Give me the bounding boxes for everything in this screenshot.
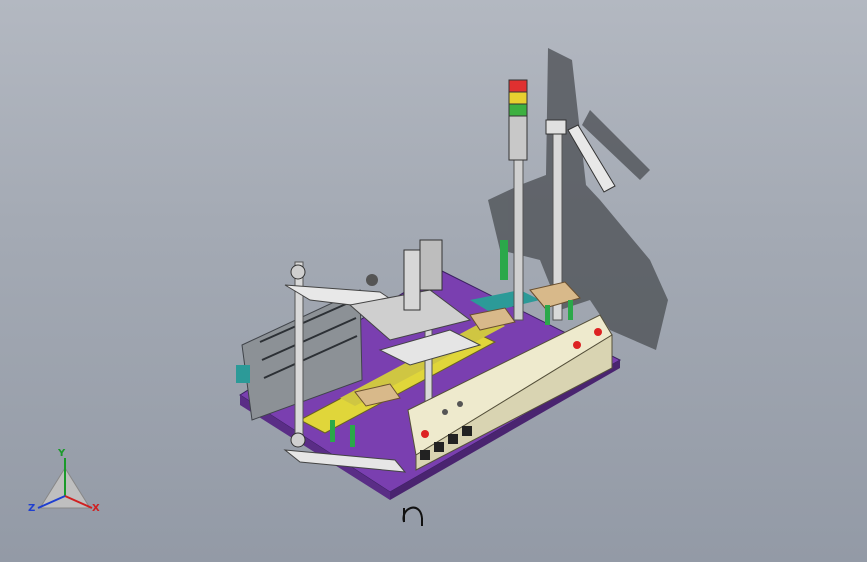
cad-graphics-viewport[interactable]: X Y Z xyxy=(0,0,867,562)
view-orientation-triad[interactable]: X Y Z xyxy=(22,446,108,526)
z-axis-label: Z xyxy=(28,503,36,514)
machine-assembly-model[interactable] xyxy=(0,0,867,562)
y-axis-label: Y xyxy=(58,448,66,459)
reset-button[interactable] xyxy=(594,328,602,336)
emergency-stop-button[interactable] xyxy=(421,430,429,438)
rotate-cursor-icon xyxy=(402,506,423,526)
stop-button[interactable] xyxy=(573,341,581,349)
x-axis-label: X xyxy=(92,503,100,514)
